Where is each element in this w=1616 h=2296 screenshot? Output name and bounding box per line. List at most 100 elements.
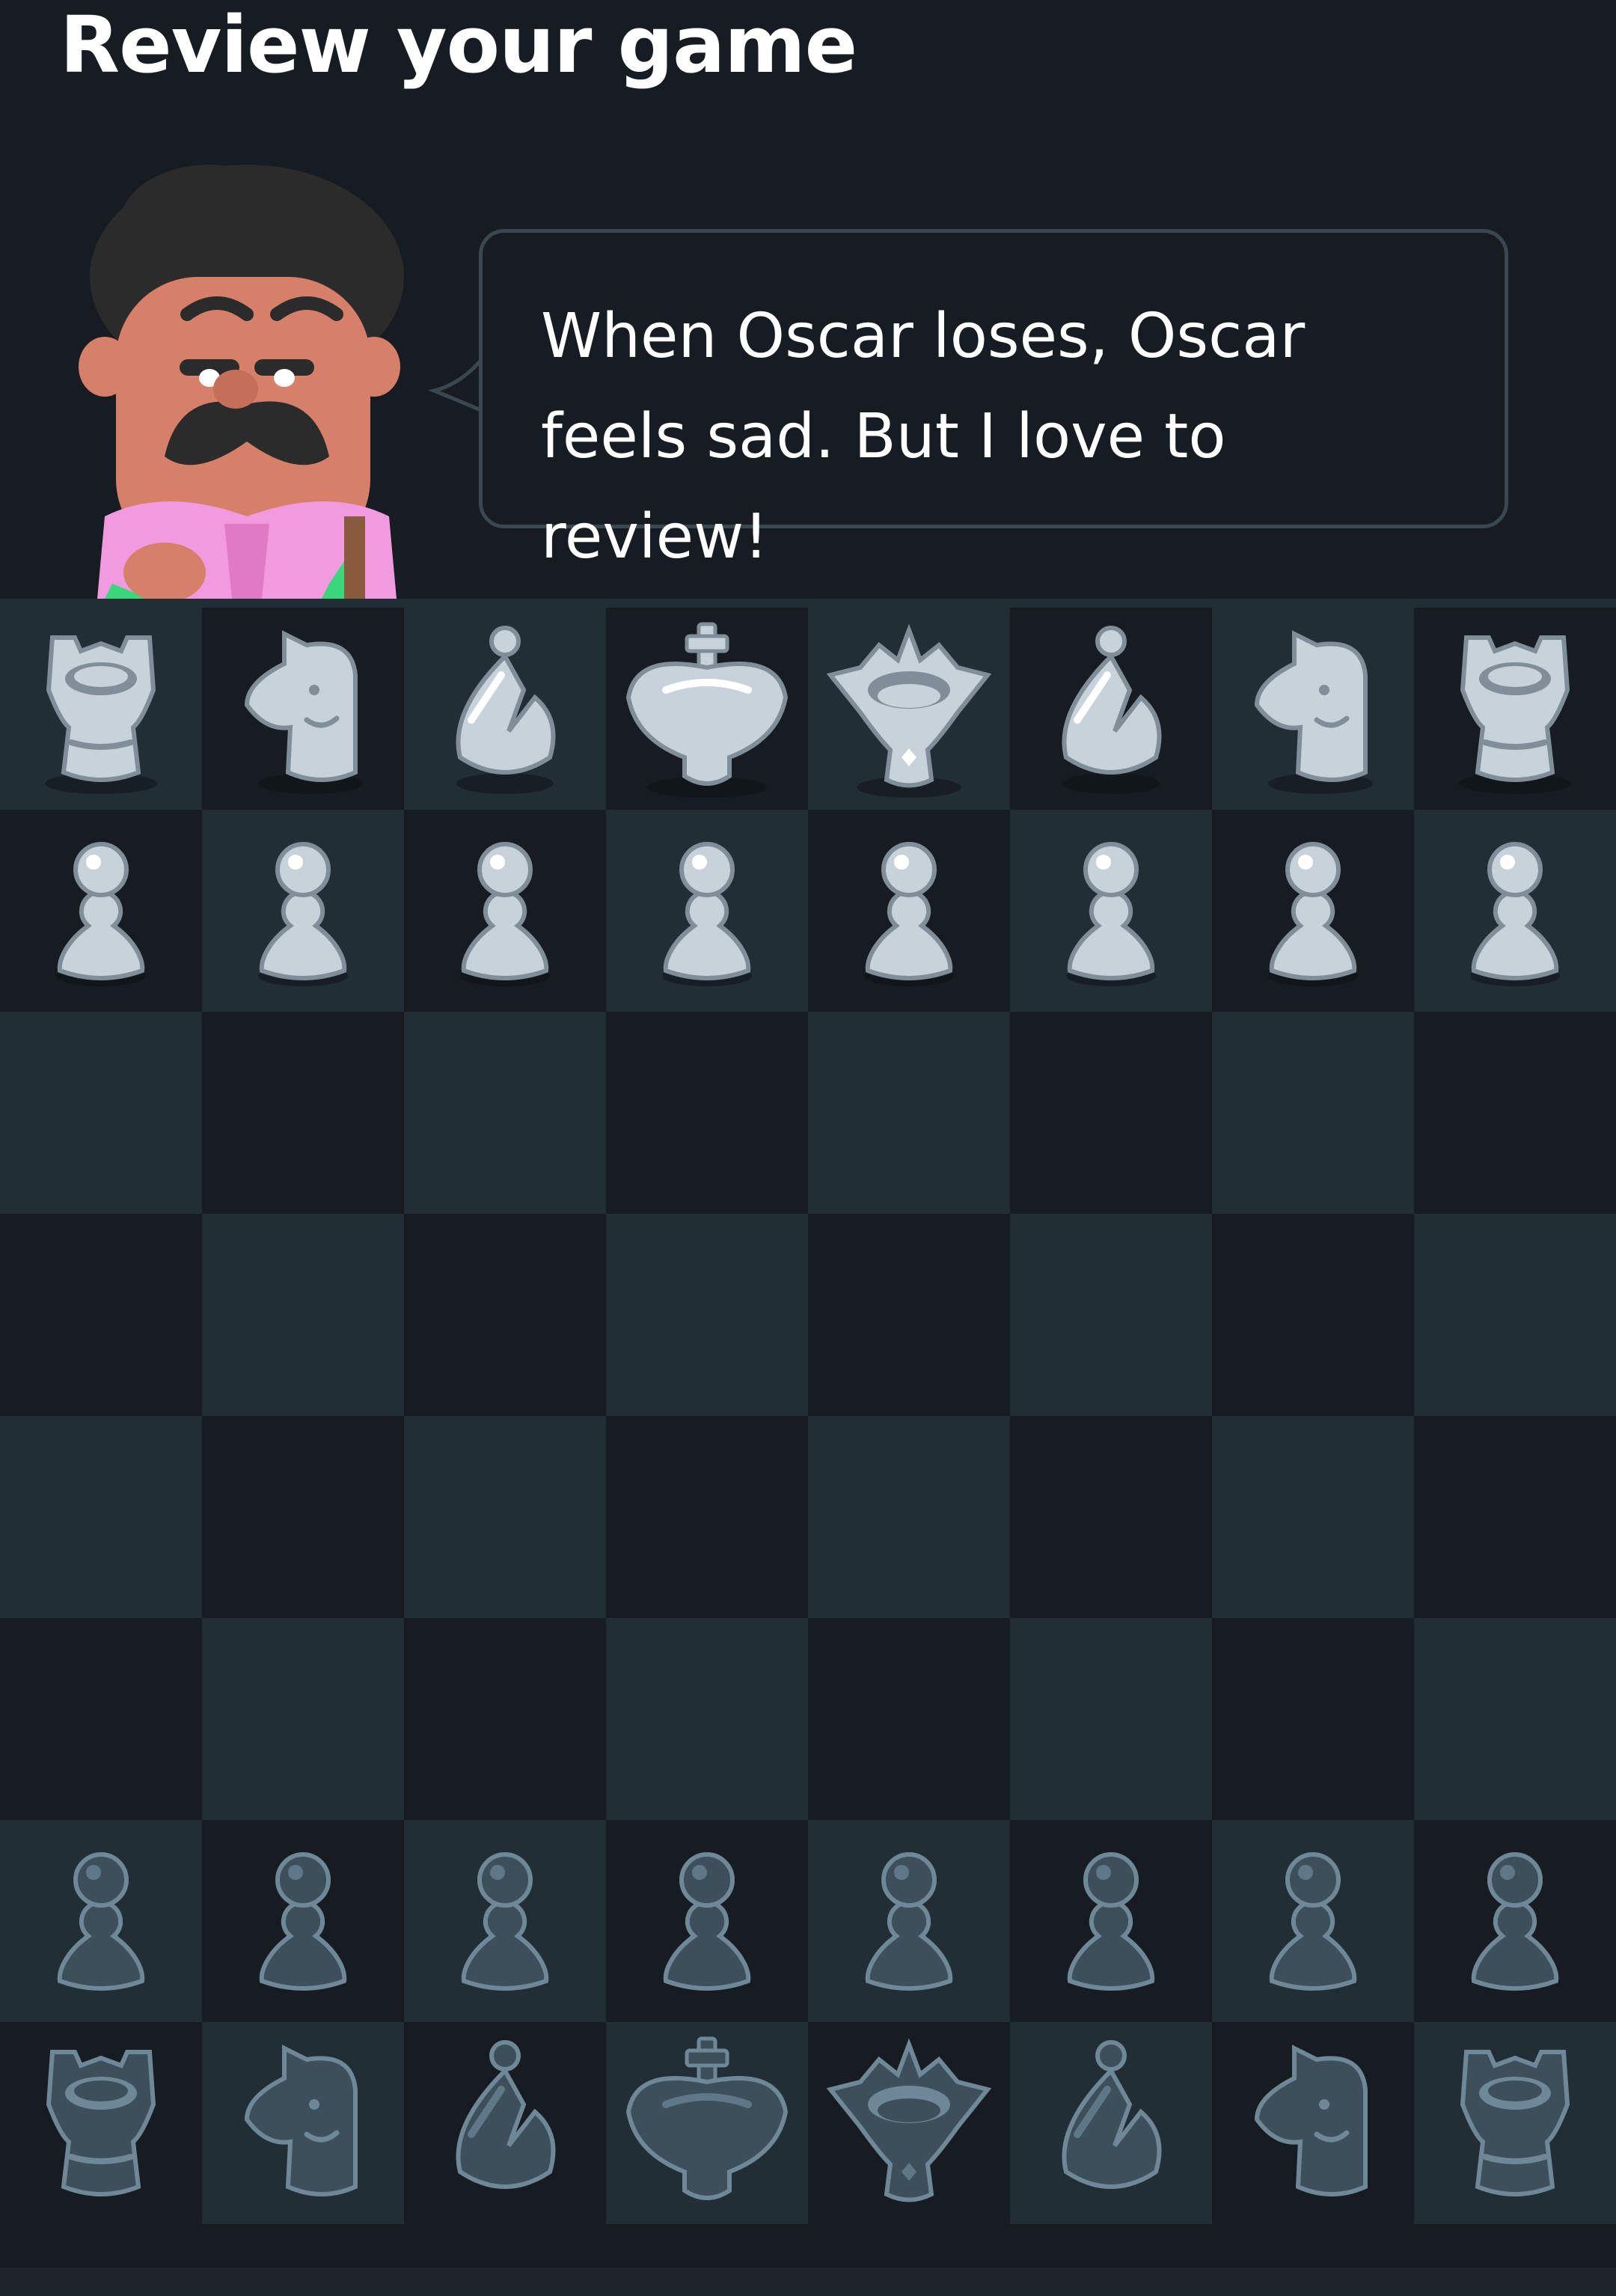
square-h2[interactable] bbox=[1414, 1820, 1616, 2022]
square-b1[interactable] bbox=[202, 2022, 404, 2224]
dark-pawn-icon[interactable] bbox=[1414, 1820, 1616, 2022]
dark-king-icon[interactable] bbox=[606, 2022, 808, 2224]
square-e8[interactable] bbox=[808, 608, 1010, 810]
square-a1[interactable] bbox=[0, 2022, 202, 2224]
square-h7[interactable] bbox=[1414, 810, 1616, 1012]
square-c4[interactable] bbox=[404, 1416, 606, 1618]
square-g6[interactable] bbox=[1212, 1012, 1414, 1214]
light-pawn-icon[interactable] bbox=[1212, 810, 1414, 1012]
square-f1[interactable] bbox=[1010, 2022, 1212, 2224]
chess-board[interactable] bbox=[0, 608, 1616, 2224]
dark-pawn-icon[interactable] bbox=[606, 1820, 808, 2022]
square-c5[interactable] bbox=[404, 1214, 606, 1416]
square-d1[interactable] bbox=[606, 2022, 808, 2224]
square-h8[interactable] bbox=[1414, 608, 1616, 810]
square-e2[interactable] bbox=[808, 1820, 1010, 2022]
square-g2[interactable] bbox=[1212, 1820, 1414, 2022]
square-f3[interactable] bbox=[1010, 1618, 1212, 1820]
square-g5[interactable] bbox=[1212, 1214, 1414, 1416]
square-b7[interactable] bbox=[202, 810, 404, 1012]
square-c8[interactable] bbox=[404, 608, 606, 810]
dark-bishop-icon[interactable] bbox=[404, 2022, 606, 2224]
light-pawn-icon[interactable] bbox=[808, 810, 1010, 1012]
dark-rook-icon[interactable] bbox=[1414, 2022, 1616, 2224]
square-d8[interactable] bbox=[606, 608, 808, 810]
square-f8[interactable] bbox=[1010, 608, 1212, 810]
square-a8[interactable] bbox=[0, 608, 202, 810]
square-e4[interactable] bbox=[808, 1416, 1010, 1618]
dark-pawn-icon[interactable] bbox=[808, 1820, 1010, 2022]
square-e5[interactable] bbox=[808, 1214, 1010, 1416]
dark-knight-icon[interactable] bbox=[202, 2022, 404, 2224]
board-top-edge bbox=[0, 599, 1616, 608]
square-d7[interactable] bbox=[606, 810, 808, 1012]
square-a7[interactable] bbox=[0, 810, 202, 1012]
square-c1[interactable] bbox=[404, 2022, 606, 2224]
square-a3[interactable] bbox=[0, 1618, 202, 1820]
square-h4[interactable] bbox=[1414, 1416, 1616, 1618]
square-a5[interactable] bbox=[0, 1214, 202, 1416]
light-rook-icon[interactable] bbox=[0, 608, 202, 810]
dark-knight-icon[interactable] bbox=[1212, 2022, 1414, 2224]
square-e1[interactable] bbox=[808, 2022, 1010, 2224]
square-d6[interactable] bbox=[606, 1012, 808, 1214]
light-king-icon[interactable] bbox=[606, 608, 808, 810]
square-e6[interactable] bbox=[808, 1012, 1010, 1214]
light-pawn-icon[interactable] bbox=[1010, 810, 1212, 1012]
square-a2[interactable] bbox=[0, 1820, 202, 2022]
dark-bishop-icon[interactable] bbox=[1010, 2022, 1212, 2224]
dark-pawn-icon[interactable] bbox=[0, 1820, 202, 2022]
light-pawn-icon[interactable] bbox=[606, 810, 808, 1012]
dark-rook-icon[interactable] bbox=[0, 2022, 202, 2224]
square-b6[interactable] bbox=[202, 1012, 404, 1214]
dark-pawn-icon[interactable] bbox=[1212, 1820, 1414, 2022]
square-b3[interactable] bbox=[202, 1618, 404, 1820]
square-f5[interactable] bbox=[1010, 1214, 1212, 1416]
dark-queen-icon[interactable] bbox=[808, 2022, 1010, 2224]
square-g8[interactable] bbox=[1212, 608, 1414, 810]
square-d2[interactable] bbox=[606, 1820, 808, 2022]
square-d4[interactable] bbox=[606, 1416, 808, 1618]
square-h1[interactable] bbox=[1414, 2022, 1616, 2224]
dark-pawn-icon[interactable] bbox=[202, 1820, 404, 2022]
square-g4[interactable] bbox=[1212, 1416, 1414, 1618]
oscar-avatar-icon bbox=[79, 165, 404, 599]
light-knight-icon[interactable] bbox=[202, 608, 404, 810]
square-h5[interactable] bbox=[1414, 1214, 1616, 1416]
bottom-bar bbox=[0, 2268, 1616, 2296]
light-pawn-icon[interactable] bbox=[404, 810, 606, 1012]
square-h3[interactable] bbox=[1414, 1618, 1616, 1820]
square-g7[interactable] bbox=[1212, 810, 1414, 1012]
square-g1[interactable] bbox=[1212, 2022, 1414, 2224]
square-d3[interactable] bbox=[606, 1618, 808, 1820]
square-a6[interactable] bbox=[0, 1012, 202, 1214]
square-b4[interactable] bbox=[202, 1416, 404, 1618]
dark-pawn-icon[interactable] bbox=[1010, 1820, 1212, 2022]
square-b5[interactable] bbox=[202, 1214, 404, 1416]
light-knight-icon[interactable] bbox=[1212, 608, 1414, 810]
square-f4[interactable] bbox=[1010, 1416, 1212, 1618]
square-g3[interactable] bbox=[1212, 1618, 1414, 1820]
square-d5[interactable] bbox=[606, 1214, 808, 1416]
square-a4[interactable] bbox=[0, 1416, 202, 1618]
square-c2[interactable] bbox=[404, 1820, 606, 2022]
dark-pawn-icon[interactable] bbox=[404, 1820, 606, 2022]
light-pawn-icon[interactable] bbox=[1414, 810, 1616, 1012]
square-h6[interactable] bbox=[1414, 1012, 1616, 1214]
square-c6[interactable] bbox=[404, 1012, 606, 1214]
square-b2[interactable] bbox=[202, 1820, 404, 2022]
square-c3[interactable] bbox=[404, 1618, 606, 1820]
light-queen-icon[interactable] bbox=[808, 608, 1010, 810]
square-e3[interactable] bbox=[808, 1618, 1010, 1820]
light-bishop-icon[interactable] bbox=[404, 608, 606, 810]
light-pawn-icon[interactable] bbox=[0, 810, 202, 1012]
square-c7[interactable] bbox=[404, 810, 606, 1012]
square-f6[interactable] bbox=[1010, 1012, 1212, 1214]
square-e7[interactable] bbox=[808, 810, 1010, 1012]
square-f2[interactable] bbox=[1010, 1820, 1212, 2022]
square-f7[interactable] bbox=[1010, 810, 1212, 1012]
square-b8[interactable] bbox=[202, 608, 404, 810]
light-rook-icon[interactable] bbox=[1414, 608, 1616, 810]
light-pawn-icon[interactable] bbox=[202, 810, 404, 1012]
light-bishop-icon[interactable] bbox=[1010, 608, 1212, 810]
